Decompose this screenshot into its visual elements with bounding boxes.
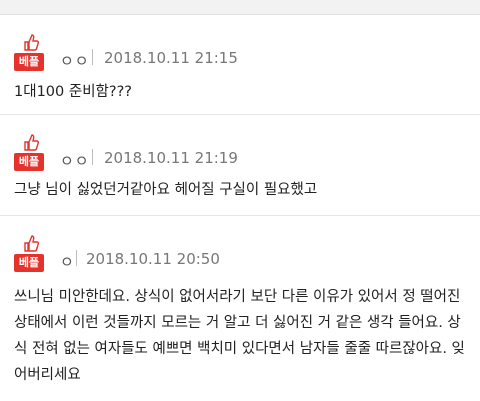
username[interactable]: ㅇㅇ	[60, 150, 90, 171]
comment-date: 2018.10.11 21:19	[104, 149, 238, 167]
username[interactable]: ㅇ	[60, 251, 75, 272]
comment-item: 베플 ㅇㅇ 2018.10.11 21:19 그냥 님이 싫었던거같아요 헤어질…	[0, 115, 480, 216]
comment-meta: 베플 ㅇㅇ 2018.10.11 21:15	[14, 33, 454, 73]
divider	[92, 149, 93, 165]
badge-label: 베플	[14, 53, 44, 71]
thumbs-up-icon	[24, 134, 39, 151]
thumbs-up-icon	[24, 235, 39, 252]
best-reply-badge: 베플	[14, 33, 48, 73]
comment-text: 그냥 님이 싫었던거같아요 헤어질 구실이 필요했고	[14, 182, 318, 198]
comment-text: 쓰니님 미안한데요. 상식이 없어서라기 보단 다른 이유가 있어서 정 떨어진…	[14, 289, 465, 383]
divider	[92, 49, 93, 65]
comment-text: 1대100 준비함???	[14, 84, 132, 100]
badge-label: 베플	[14, 254, 44, 272]
badge-label: 베플	[14, 153, 44, 171]
comment-date: 2018.10.11 21:15	[104, 49, 238, 67]
comment-item: 베플 ㅇ 2018.10.11 20:50 쓰니님 미안한데요. 상식이 없어서…	[0, 216, 480, 401]
comment-meta: 베플 ㅇ 2018.10.11 20:50	[14, 234, 454, 274]
divider	[76, 250, 77, 266]
best-reply-badge: 베플	[14, 234, 48, 274]
comment-meta: 베플 ㅇㅇ 2018.10.11 21:19	[14, 133, 454, 173]
thumbs-up-icon	[24, 34, 39, 51]
best-reply-badge: 베플	[14, 133, 48, 173]
comment-date: 2018.10.11 20:50	[86, 250, 220, 268]
top-bar	[0, 0, 480, 15]
comment-item: 베플 ㅇㅇ 2018.10.11 21:15 1대100 준비함???	[0, 15, 480, 115]
username[interactable]: ㅇㅇ	[60, 50, 90, 71]
